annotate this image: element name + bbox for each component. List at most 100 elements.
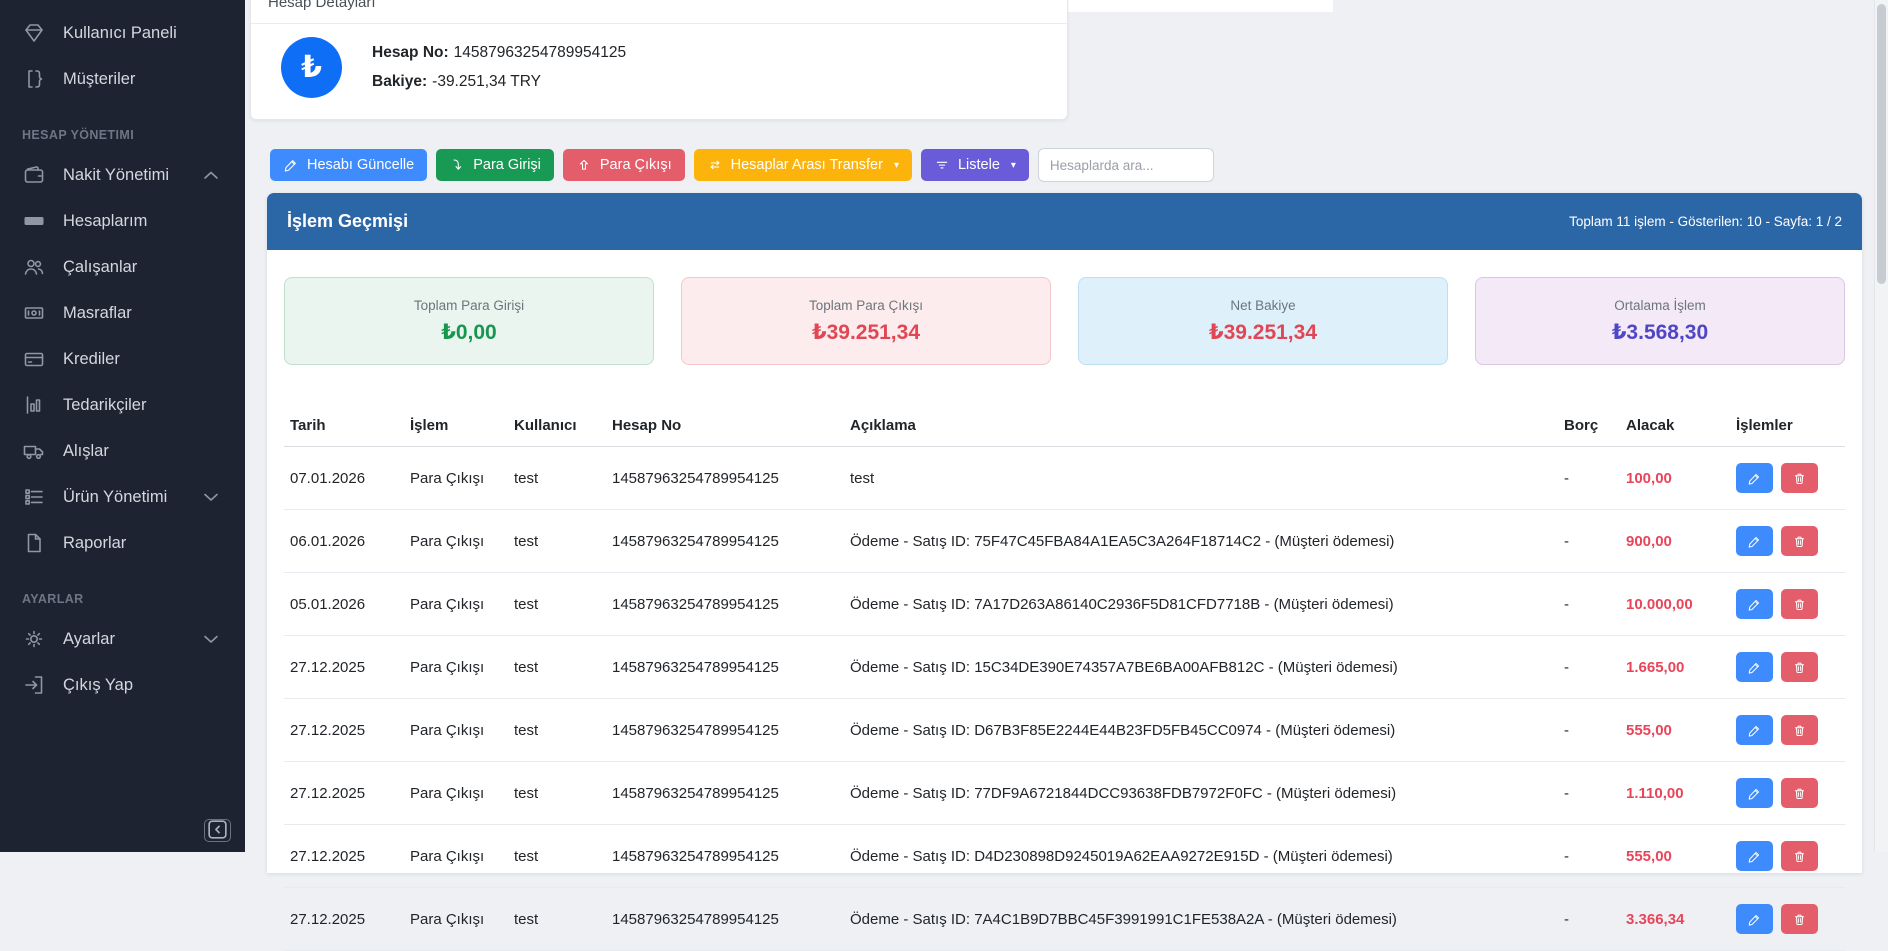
para-çıkışı-button[interactable]: Para Çıkışı bbox=[563, 149, 685, 181]
delete-button[interactable] bbox=[1781, 715, 1818, 745]
sidebar-item-kullan-c-paneli[interactable]: Kullanıcı Paneli bbox=[0, 10, 245, 56]
sidebar-item-ayarlar[interactable]: Ayarlar bbox=[0, 616, 245, 662]
history-card-header: İşlem Geçmişi Toplam 11 işlem - Gösteril… bbox=[267, 193, 1862, 250]
cell-hesap_no: 14587963254789954125 bbox=[606, 888, 844, 951]
sidebar-item-label: Çıkış Yap bbox=[63, 676, 133, 695]
summary-card: Toplam Para Girişi₺0,00 bbox=[284, 277, 654, 365]
cell-kullanici: test bbox=[508, 573, 606, 636]
edit-button[interactable] bbox=[1736, 526, 1773, 556]
trash-icon bbox=[1792, 912, 1807, 927]
sidebar-item-krediler[interactable]: Krediler bbox=[0, 336, 245, 382]
sidebar-item-label: Nakit Yönetimi bbox=[63, 166, 169, 185]
account-number-value: 14587963254789954125 bbox=[454, 44, 626, 61]
delete-button[interactable] bbox=[1781, 778, 1818, 808]
trash-icon bbox=[1792, 471, 1807, 486]
sidebar-item-nakit-y-netimi[interactable]: Nakit Yönetimi bbox=[0, 152, 245, 198]
sidebar-item--al-anlar[interactable]: Çalışanlar bbox=[0, 244, 245, 290]
delete-button[interactable] bbox=[1781, 589, 1818, 619]
button-label: Listele bbox=[958, 157, 1000, 173]
cell-hesap_no: 14587963254789954125 bbox=[606, 510, 844, 573]
sidebar-item-tedarik-iler[interactable]: Tedarikçiler bbox=[0, 382, 245, 428]
cell-borc: - bbox=[1558, 636, 1620, 699]
search-input[interactable] bbox=[1038, 148, 1214, 182]
edit-button[interactable] bbox=[1736, 904, 1773, 934]
cell-borc: - bbox=[1558, 699, 1620, 762]
sidebar-item-label: Krediler bbox=[63, 350, 120, 369]
trash-icon bbox=[1792, 849, 1807, 864]
cell-borc: - bbox=[1558, 888, 1620, 951]
para-girişi-button[interactable]: Para Girişi bbox=[436, 149, 554, 181]
scrollbar-thumb[interactable] bbox=[1877, 4, 1886, 284]
collapse-icon bbox=[205, 817, 230, 845]
edit-button[interactable] bbox=[1736, 463, 1773, 493]
cell-hesap_no: 14587963254789954125 bbox=[606, 699, 844, 762]
cell-kullanici: test bbox=[508, 762, 606, 825]
table-row: 27.12.2025Para Çıkışıtest145879632547899… bbox=[284, 636, 1845, 699]
delete-button[interactable] bbox=[1781, 652, 1818, 682]
edit-button[interactable] bbox=[1736, 778, 1773, 808]
window-scrollbar[interactable] bbox=[1874, 0, 1888, 852]
history-card-body: Toplam Para Girişi₺0,00 Toplam Para Çıkış… bbox=[267, 250, 1862, 951]
column-header: İşlemler bbox=[1730, 405, 1845, 447]
hesaplar-arası-transfer-button[interactable]: Hesaplar Arası Transfer▾ bbox=[694, 149, 912, 181]
sidebar-item-raporlar[interactable]: Raporlar bbox=[0, 520, 245, 566]
sidebar-item-label: Tedarikçiler bbox=[63, 396, 146, 415]
cell-borc: - bbox=[1558, 510, 1620, 573]
cell-alacak: 1.665,00 bbox=[1620, 636, 1730, 699]
delete-button[interactable] bbox=[1781, 841, 1818, 871]
delete-button[interactable] bbox=[1781, 463, 1818, 493]
cell-alacak: 900,00 bbox=[1620, 510, 1730, 573]
sidebar-item-hesaplar-m[interactable]: VISAHesaplarım bbox=[0, 198, 245, 244]
sidebar-section-label: HESAP YÖNETIMI bbox=[0, 102, 245, 152]
edit-button[interactable] bbox=[1736, 715, 1773, 745]
button-label: Para Çıkışı bbox=[600, 157, 672, 173]
cell-aciklama: test bbox=[844, 447, 1558, 510]
cell-tarih: 27.12.2025 bbox=[284, 636, 404, 699]
edit-button[interactable] bbox=[1736, 652, 1773, 682]
summary-card: Toplam Para Çıkışı₺39.251,34 bbox=[681, 277, 1051, 365]
button-label: Hesabı Güncelle bbox=[307, 157, 414, 173]
toolbar: Hesabı Güncelle Para Girişi Para Çıkışı Hes… bbox=[270, 148, 1214, 182]
sidebar-item-label: Müşteriler bbox=[63, 70, 135, 89]
listele-button[interactable]: Listele▾ bbox=[921, 149, 1029, 181]
arrow-up-icon bbox=[576, 157, 592, 173]
cell-kullanici: test bbox=[508, 825, 606, 888]
main-content: Hesap Detayları ₺ Hesap No:1458796325478… bbox=[245, 0, 1888, 852]
sidebar: Kullanıcı Paneli Müşteriler HESAP YÖNETIMI… bbox=[0, 0, 245, 852]
account-balance-label: Bakiye: bbox=[372, 73, 427, 90]
sidebar-collapse-button[interactable] bbox=[204, 819, 231, 842]
cell-borc: - bbox=[1558, 447, 1620, 510]
edit-button[interactable] bbox=[1736, 589, 1773, 619]
sidebar-item-masraflar[interactable]: Masraflar bbox=[0, 290, 245, 336]
sidebar-item-label: Ürün Yönetimi bbox=[63, 488, 167, 507]
cell-tarih: 27.12.2025 bbox=[284, 888, 404, 951]
cell-borc: - bbox=[1558, 573, 1620, 636]
cell-alacak: 10.000,00 bbox=[1620, 573, 1730, 636]
cell-hesap_no: 14587963254789954125 bbox=[606, 825, 844, 888]
table-row: 05.01.2026Para Çıkışıtest145879632547899… bbox=[284, 573, 1845, 636]
bar-chart-icon bbox=[22, 393, 46, 417]
delete-button[interactable] bbox=[1781, 904, 1818, 934]
summary-card-value: ₺0,00 bbox=[441, 320, 496, 345]
account-details-card: Hesap Detayları ₺ Hesap No:1458796325478… bbox=[250, 0, 1068, 120]
sidebar-item-m-teriler[interactable]: Müşteriler bbox=[0, 56, 245, 102]
hesabı-güncelle-button[interactable]: Hesabı Güncelle bbox=[270, 149, 427, 181]
cell-aciklama: Ödeme - Satış ID: 77DF9A6721844DCC93638F… bbox=[844, 762, 1558, 825]
summary-card-label: Net Bakiye bbox=[1230, 298, 1295, 313]
trash-icon bbox=[1792, 597, 1807, 612]
column-header: Hesap No bbox=[606, 405, 844, 447]
sidebar-item--k-yap[interactable]: Çıkış Yap bbox=[0, 662, 245, 708]
pencil-icon bbox=[1747, 597, 1762, 612]
trash-icon bbox=[1792, 786, 1807, 801]
visa-card-icon: VISA bbox=[22, 209, 46, 233]
account-number-line: Hesap No:14587963254789954125 bbox=[372, 44, 626, 62]
sidebar-nav: Kullanıcı Paneli Müşteriler HESAP YÖNETIMI… bbox=[0, 0, 245, 708]
account-balance-line: Bakiye:-39.251,34 TRY bbox=[372, 73, 626, 91]
pencil-icon bbox=[283, 157, 299, 173]
sidebar-item-al-lar[interactable]: Alışlar bbox=[0, 428, 245, 474]
sidebar-item--r-n-y-netimi[interactable]: Ürün Yönetimi bbox=[0, 474, 245, 520]
cell-alacak: 1.110,00 bbox=[1620, 762, 1730, 825]
cell-actions bbox=[1730, 825, 1845, 888]
delete-button[interactable] bbox=[1781, 526, 1818, 556]
edit-button[interactable] bbox=[1736, 841, 1773, 871]
